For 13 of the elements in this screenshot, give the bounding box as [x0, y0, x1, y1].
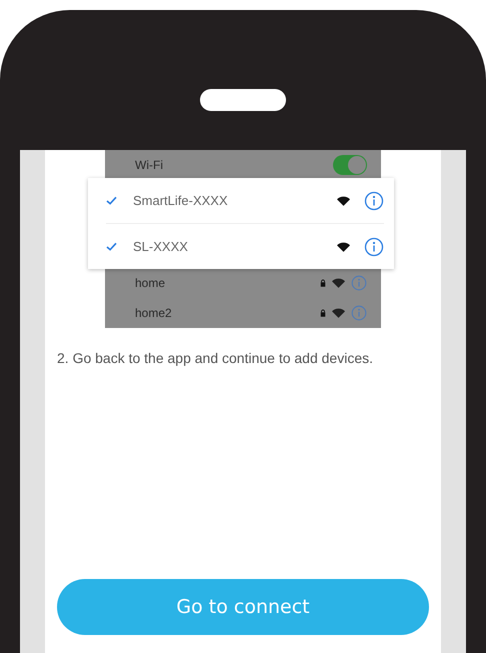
wifi-label: Wi-Fi: [135, 158, 163, 172]
network-name: home: [135, 276, 166, 290]
wifi-icon: [337, 242, 350, 252]
info-icon[interactable]: [364, 236, 384, 256]
info-icon[interactable]: [364, 190, 384, 210]
network-name[interactable]: SL-XXXX: [133, 239, 327, 254]
wifi-toggle[interactable]: [333, 155, 367, 175]
wifi-icon: [337, 196, 350, 206]
instruction-text: 2. Go back to the app and continue to add devices.: [57, 350, 374, 367]
wifi-icon: [332, 278, 345, 288]
network-name: home2: [135, 306, 172, 320]
network-name[interactable]: SmartLife-XXXX: [133, 193, 327, 208]
wifi-icon: [332, 308, 345, 318]
